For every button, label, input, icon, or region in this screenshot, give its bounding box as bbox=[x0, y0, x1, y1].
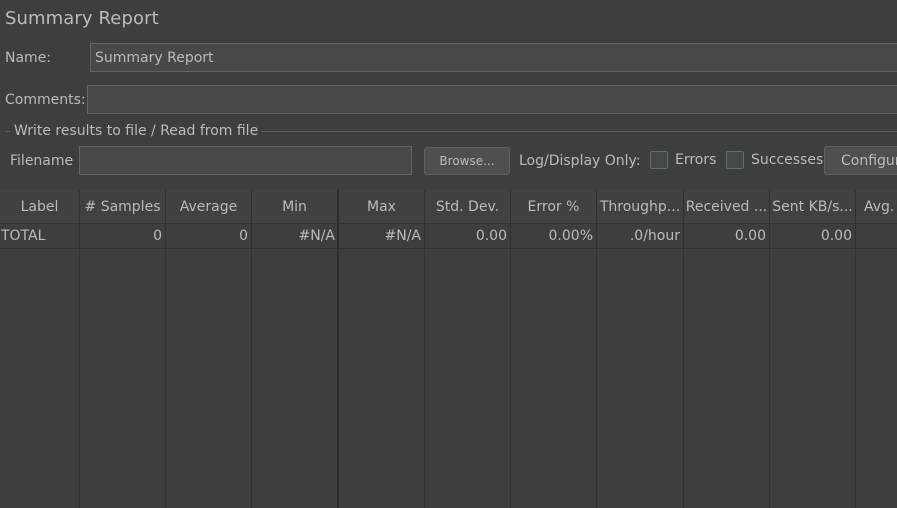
cell-label: TOTAL bbox=[1, 228, 46, 244]
summary-report-panel: Summary Report Name: Comments: Write res… bbox=[0, 0, 897, 508]
table-row[interactable]: TOTAL 0 0 #N/A #N/A 0.00 0.00% .0/hour 0… bbox=[0, 224, 897, 249]
column-divider bbox=[424, 224, 425, 508]
errors-checkbox[interactable] bbox=[650, 151, 668, 169]
cell-throughput: .0/hour bbox=[629, 228, 680, 244]
successes-label: Successes bbox=[751, 152, 824, 168]
column-header-max[interactable]: Max bbox=[339, 190, 425, 223]
cell-std-dev: 0.00 bbox=[475, 228, 507, 244]
column-header-min[interactable]: Min bbox=[252, 190, 339, 223]
configure-button[interactable]: Configure bbox=[824, 146, 897, 175]
column-header-error-pct[interactable]: Error % bbox=[511, 190, 597, 223]
column-header-label[interactable]: Label bbox=[0, 190, 80, 223]
column-header-received[interactable]: Received ... bbox=[684, 190, 770, 223]
successes-checkbox[interactable] bbox=[726, 151, 744, 169]
cell-max: #N/A bbox=[384, 228, 422, 244]
results-table: Label # Samples Average Min Max Std. Dev… bbox=[0, 190, 897, 508]
cell-min: #N/A bbox=[298, 228, 336, 244]
column-header-std-dev[interactable]: Std. Dev. bbox=[425, 190, 511, 223]
cell-avg-bytes bbox=[856, 224, 897, 248]
cell-average: 0 bbox=[239, 228, 248, 244]
column-header-samples[interactable]: # Samples bbox=[80, 190, 166, 223]
cell-error-pct: 0.00% bbox=[548, 228, 593, 244]
name-label: Name: bbox=[5, 50, 52, 66]
errors-label: Errors bbox=[675, 152, 717, 168]
browse-button[interactable]: Browse... bbox=[424, 147, 510, 175]
cell-sent: 0.00 bbox=[820, 228, 852, 244]
table-header: Label # Samples Average Min Max Std. Dev… bbox=[0, 190, 897, 224]
page-title: Summary Report bbox=[5, 8, 159, 29]
name-field[interactable] bbox=[90, 43, 897, 72]
column-header-sent[interactable]: Sent KB/s... bbox=[770, 190, 856, 223]
cell-samples: 0 bbox=[153, 228, 162, 244]
column-divider bbox=[596, 224, 597, 508]
comments-label: Comments: bbox=[5, 92, 86, 108]
column-header-throughput[interactable]: Throughp... bbox=[597, 190, 684, 223]
column-divider bbox=[855, 224, 856, 508]
column-divider bbox=[165, 224, 166, 508]
column-header-avg-bytes[interactable]: Avg. Bytes bbox=[856, 190, 897, 223]
comments-field[interactable] bbox=[87, 85, 897, 114]
column-header-average[interactable]: Average bbox=[166, 190, 252, 223]
filename-field[interactable] bbox=[79, 146, 412, 175]
column-divider bbox=[510, 224, 511, 508]
column-divider bbox=[251, 224, 252, 508]
log-display-only-label: Log/Display Only: bbox=[519, 153, 641, 169]
column-divider bbox=[337, 224, 339, 508]
column-divider bbox=[683, 224, 684, 508]
cell-received: 0.00 bbox=[734, 228, 766, 244]
filename-label: Filename bbox=[10, 153, 74, 169]
column-divider bbox=[79, 224, 80, 508]
column-divider bbox=[769, 224, 770, 508]
file-group-title: Write results to file / Read from file bbox=[11, 123, 262, 139]
